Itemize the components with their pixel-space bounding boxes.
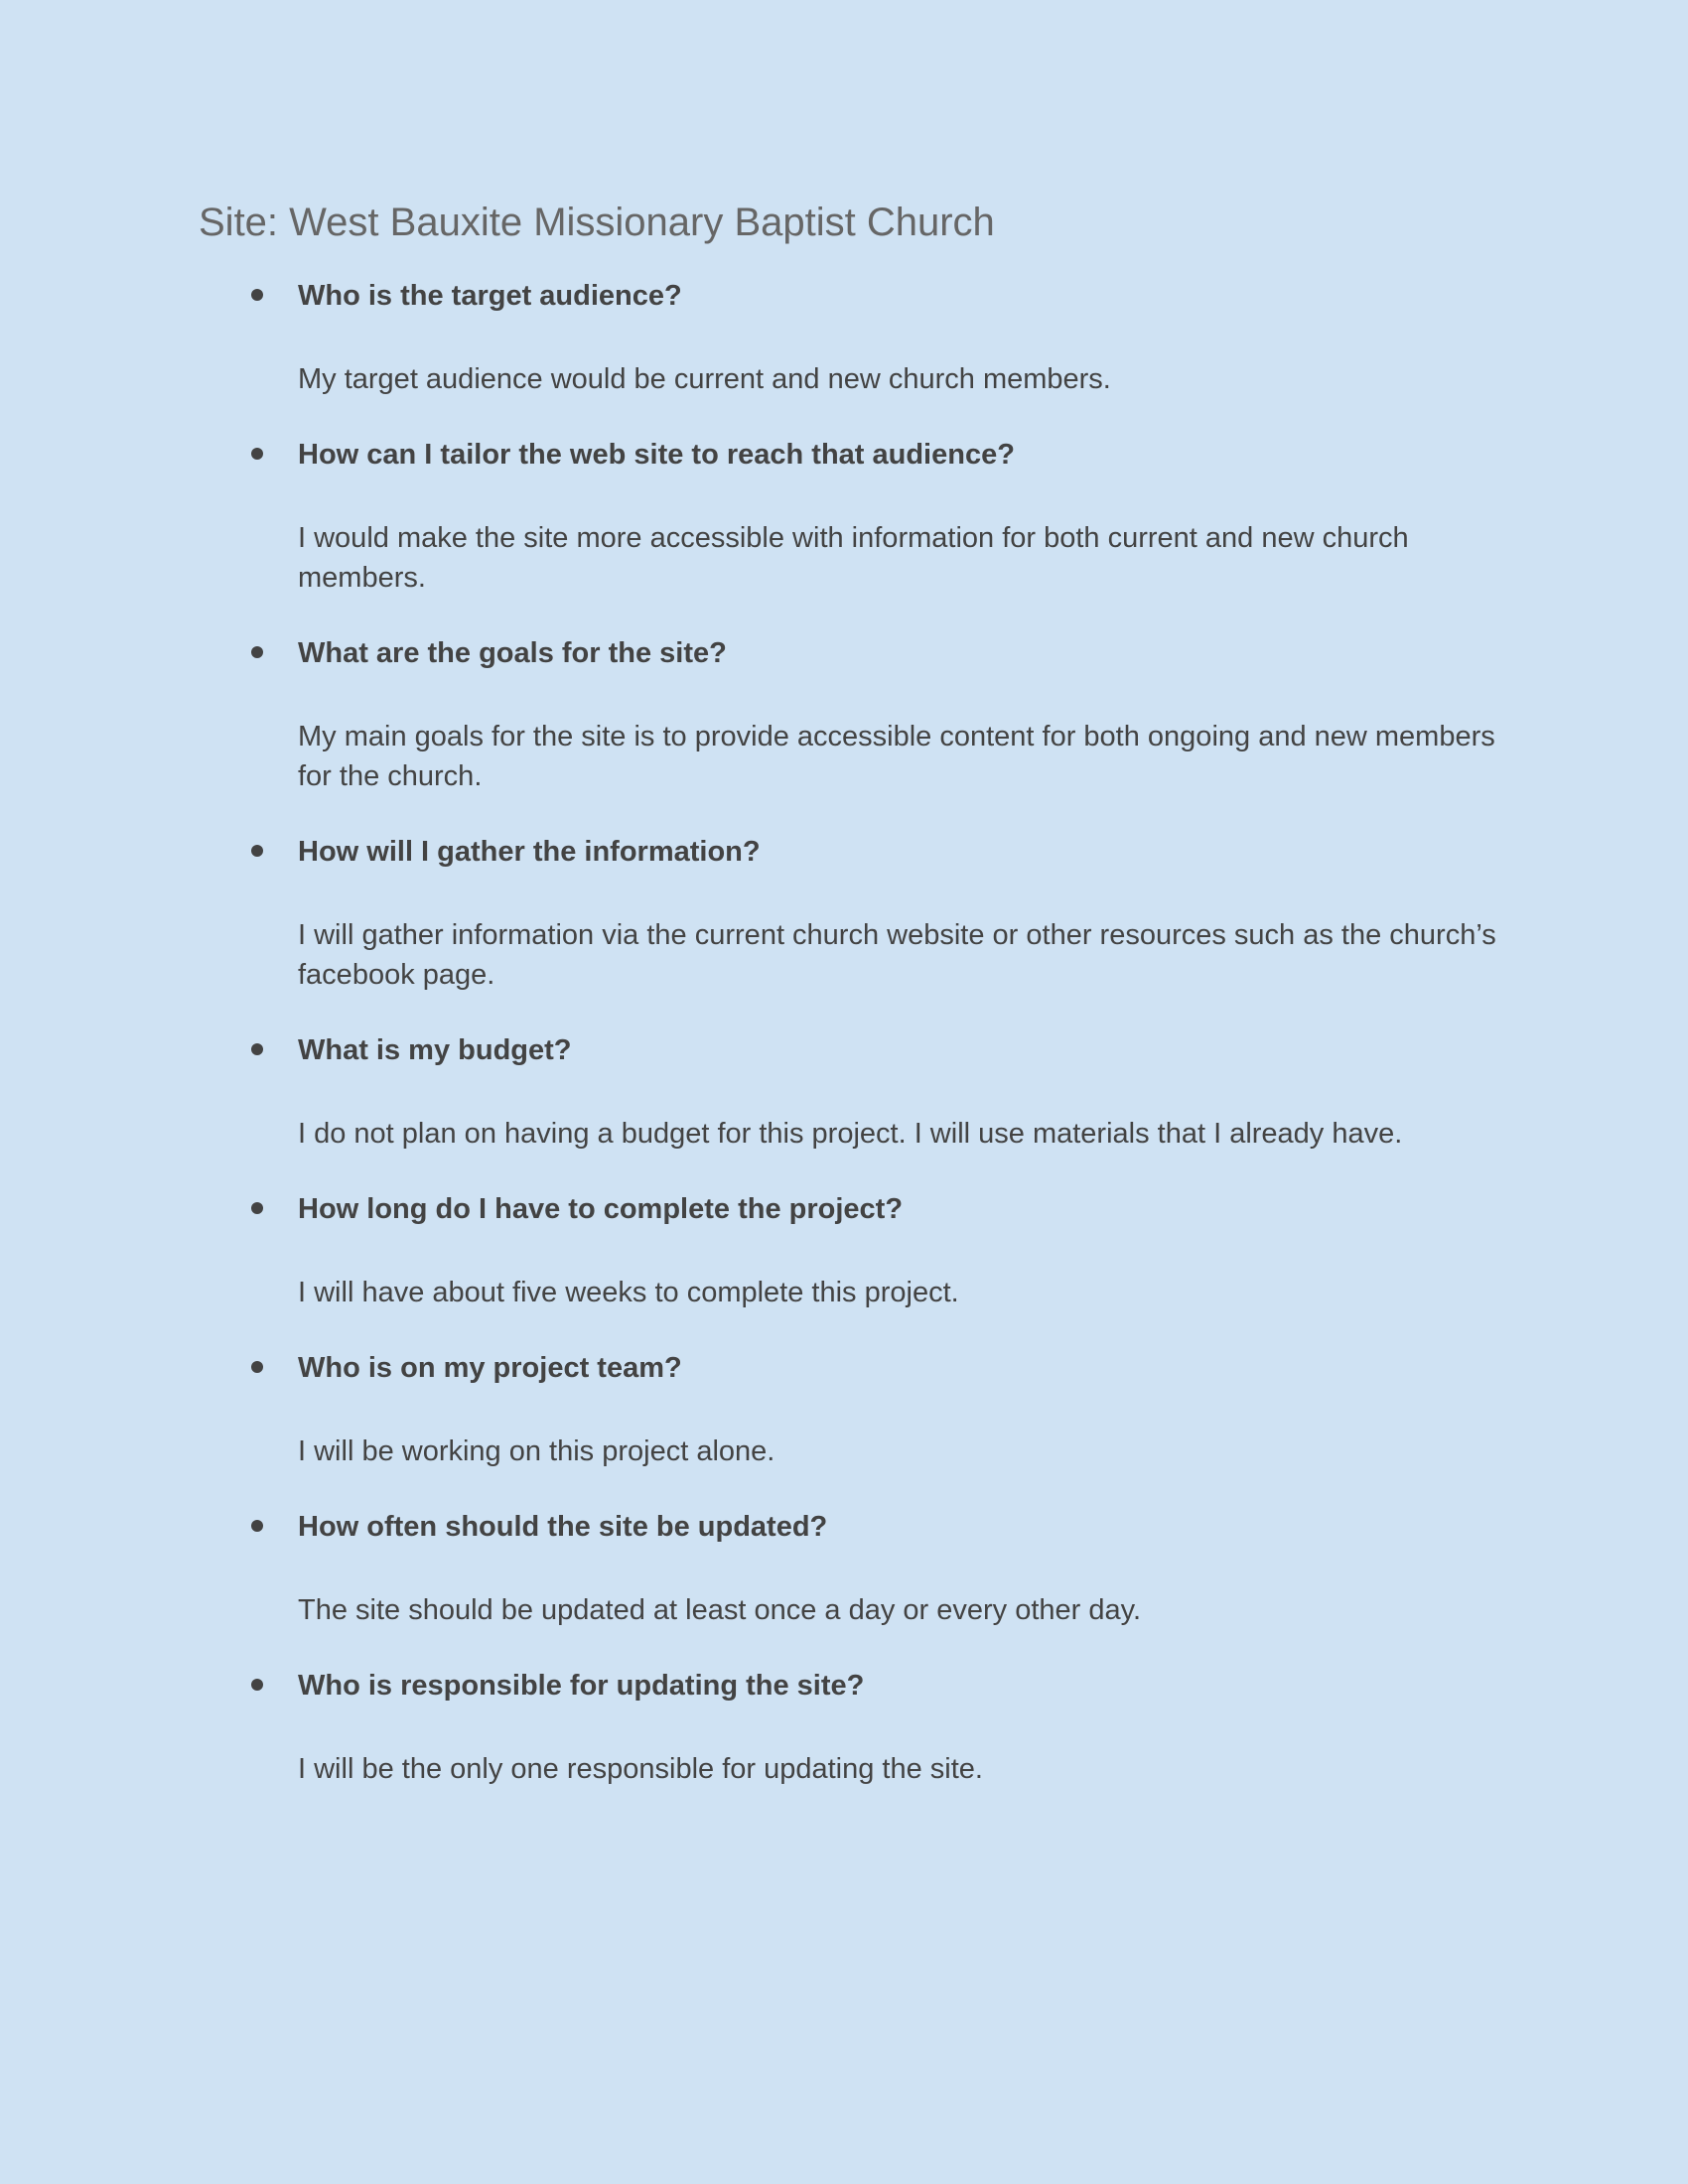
list-item: What are the goals for the site? My main…: [199, 633, 1495, 796]
list-item: Who is the target audience? My target au…: [199, 276, 1489, 399]
list-item: How can I tailor the web site to reach t…: [199, 435, 1489, 598]
list-item: How long do I have to complete the proje…: [199, 1189, 1489, 1312]
bullet-icon: [251, 1361, 263, 1373]
question-text: Who is on my project team?: [298, 1352, 682, 1384]
answer-text: I will gather information via the curren…: [298, 919, 1496, 991]
bullet-icon: [251, 1520, 263, 1532]
question-text: How long do I have to complete the proje…: [298, 1193, 904, 1225]
list-item: What is my budget? I do not plan on havi…: [199, 1030, 1489, 1154]
answer-text: I will be the only one responsible for u…: [298, 1753, 983, 1785]
question-text: What is my budget?: [298, 1034, 572, 1066]
document-page: Site: West Bauxite Missionary Baptist Ch…: [0, 0, 1688, 2184]
answer-text: I will be working on this project alone.: [298, 1435, 775, 1467]
answer-text: My main goals for the site is to provide…: [298, 721, 1495, 792]
bullet-icon: [251, 1202, 263, 1214]
list-item: How often should the site be updated? Th…: [199, 1507, 1489, 1630]
answer-text: I will have about five weeks to complete…: [298, 1277, 959, 1308]
question-list: Who is the target audience? My target au…: [199, 276, 1496, 1789]
answer-text: My target audience would be current and …: [298, 363, 1111, 395]
question-text: Who is the target audience?: [298, 280, 682, 312]
bullet-icon: [251, 289, 263, 301]
question-text: Who is responsible for updating the site…: [298, 1670, 865, 1702]
bullet-icon: [251, 448, 263, 460]
question-text: How often should the site be updated?: [298, 1511, 828, 1543]
bullet-icon: [251, 646, 263, 658]
list-item: Who is responsible for updating the site…: [199, 1666, 1489, 1789]
answer-text: I would make the site more accessible wi…: [298, 522, 1409, 594]
question-text: How can I tailor the web site to reach t…: [298, 439, 1015, 471]
answer-text: I do not plan on having a budget for thi…: [298, 1118, 1403, 1150]
question-text: How will I gather the information?: [298, 836, 761, 868]
question-text: What are the goals for the site?: [298, 637, 727, 669]
list-item: Who is on my project team? I will be wor…: [199, 1348, 1489, 1471]
page-title: Site: West Bauxite Missionary Baptist Ch…: [199, 201, 995, 244]
bullet-icon: [251, 845, 263, 857]
bullet-icon: [251, 1679, 263, 1691]
answer-text: The site should be updated at least once…: [298, 1594, 1142, 1626]
list-item: How will I gather the information? I wil…: [199, 832, 1496, 995]
bullet-icon: [251, 1043, 263, 1055]
